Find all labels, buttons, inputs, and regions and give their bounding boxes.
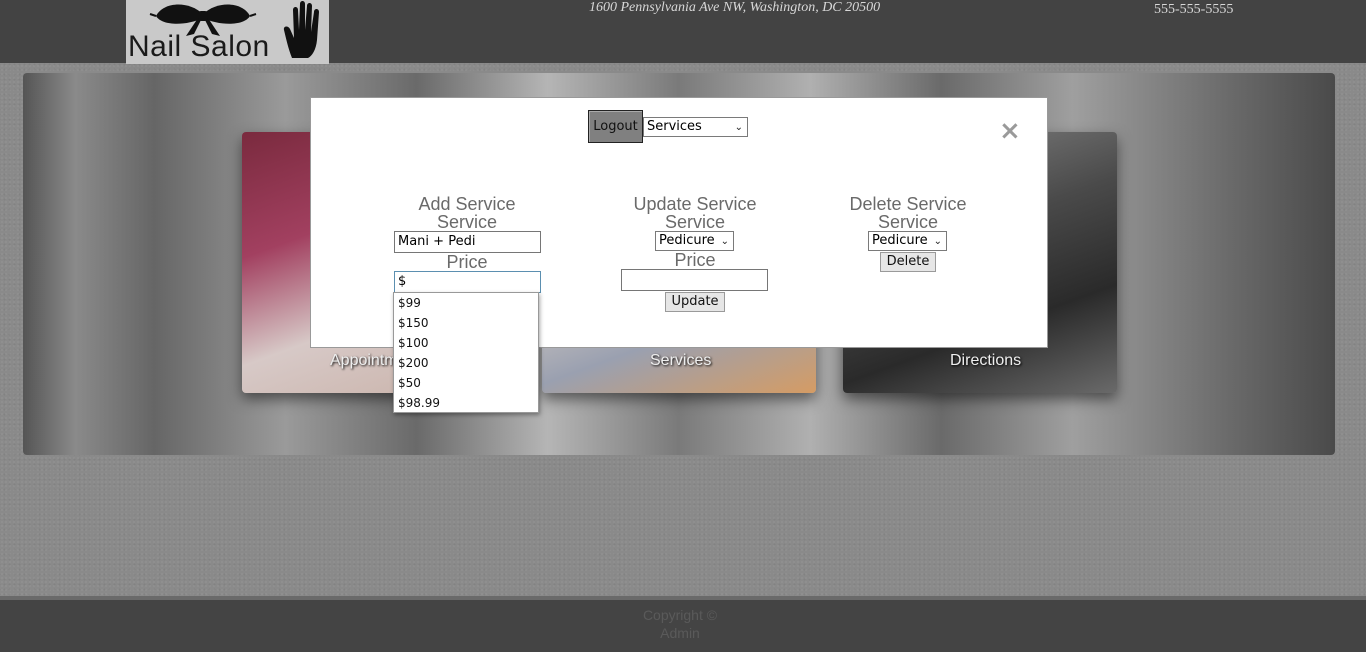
chevron-down-icon: ⌄	[720, 236, 729, 247]
phone-text: 555-555-5555	[1154, 2, 1234, 17]
close-icon[interactable]: ×	[999, 116, 1021, 146]
address-text: 1600 Pennsylvania Ave NW, Washington, DC…	[589, 0, 881, 15]
update-price-input[interactable]	[621, 269, 768, 291]
autocomplete-option[interactable]: $100	[394, 333, 538, 353]
delete-service-label: Service	[877, 212, 939, 232]
logo[interactable]: Nail Salon	[126, 0, 329, 64]
chevron-down-icon: ⌄	[734, 122, 743, 133]
nav-select-value: Services	[647, 119, 702, 134]
nav-select[interactable]: Services ⌄	[643, 117, 748, 137]
delete-button[interactable]: Delete	[880, 252, 936, 272]
logo-text: Nail Salon	[128, 30, 270, 63]
autocomplete-option[interactable]: $150	[394, 313, 538, 333]
add-service-label: Service	[436, 212, 498, 232]
logout-button[interactable]: Logout	[588, 110, 643, 143]
update-service-heading: Update Service	[633, 194, 757, 214]
copyright-line-1: Copyright ©	[642, 607, 718, 623]
add-price-input[interactable]: $	[394, 271, 541, 293]
hand-icon	[283, 1, 319, 58]
site-header: Nail Salon 1600 Pennsylvania Ave NW, Was…	[0, 0, 1366, 64]
update-service-select[interactable]: Pedicure ⌄	[655, 231, 734, 251]
update-service-label: Service	[664, 212, 726, 232]
delete-service-heading: Delete Service	[849, 194, 967, 214]
card-directions-label: Directions	[950, 352, 1022, 369]
autocomplete-option[interactable]: $50	[394, 373, 538, 393]
copyright-line-2: Admin	[660, 625, 700, 641]
copyright-text: Copyright © Admin	[620, 606, 740, 642]
chevron-down-icon: ⌄	[933, 236, 942, 247]
price-autocomplete-list: $99 $150 $100 $200 $50 $98.99	[393, 292, 539, 413]
update-button[interactable]: Update	[665, 292, 725, 312]
update-price-label: Price	[674, 250, 716, 270]
site-footer: Copyright © Admin	[0, 596, 1366, 652]
delete-service-select[interactable]: Pedicure ⌄	[868, 231, 947, 251]
autocomplete-option[interactable]: $200	[394, 353, 538, 373]
add-service-heading: Add Service	[418, 194, 516, 214]
add-service-name-input[interactable]: Mani + Pedi	[394, 231, 541, 253]
card-services-label: Services	[650, 352, 712, 369]
delete-service-select-value: Pedicure	[872, 233, 928, 248]
autocomplete-option[interactable]: $99	[394, 293, 538, 313]
add-price-label: Price	[446, 252, 488, 272]
autocomplete-option[interactable]: $98.99	[394, 393, 538, 413]
update-service-select-value: Pedicure	[659, 233, 715, 248]
